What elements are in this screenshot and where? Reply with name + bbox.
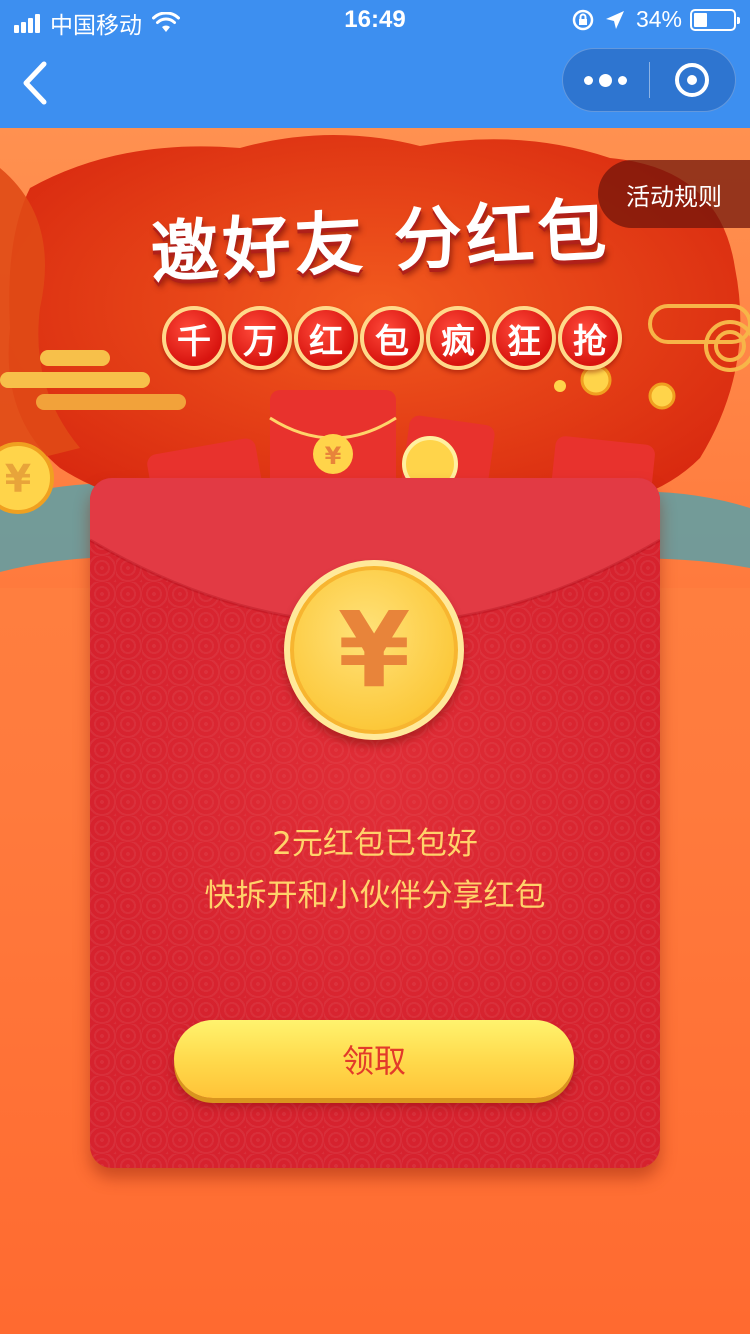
claim-button[interactable]: 领取 xyxy=(174,1020,574,1098)
yuan-symbol: ¥ xyxy=(337,589,411,711)
more-button[interactable] xyxy=(563,48,649,112)
red-envelope-card: ¥ 2元红包已包好 快拆开和小伙伴分享红包 领取 xyxy=(90,478,660,1168)
orientation-lock-icon xyxy=(572,9,594,30)
location-arrow-icon xyxy=(605,10,624,29)
subtitle-char: 狂 xyxy=(492,306,556,370)
chevron-left-icon xyxy=(23,61,47,105)
battery-icon xyxy=(690,8,740,31)
subtitle-char: 万 xyxy=(228,306,292,370)
svg-text:¥: ¥ xyxy=(5,457,31,501)
more-dots-icon xyxy=(581,73,630,87)
status-right: 34% xyxy=(572,6,740,33)
status-bar: 中国移动 16:49 34% xyxy=(0,0,750,40)
close-button[interactable] xyxy=(650,48,736,112)
subtitle-char: 疯 xyxy=(426,306,490,370)
battery-percent: 34% xyxy=(635,6,682,32)
envelope-message-line1: 2元红包已包好 xyxy=(272,826,478,862)
yuan-coin-icon: ¥ xyxy=(284,560,464,740)
target-circle-icon xyxy=(675,63,710,97)
envelope-message-line2: 快拆开和小伙伴分享红包 xyxy=(204,878,546,914)
nav-bar xyxy=(0,40,750,128)
subtitle-char: 千 xyxy=(162,306,226,370)
svg-text:¥: ¥ xyxy=(325,442,342,470)
activity-rules-button[interactable]: 活动规则 xyxy=(598,160,750,228)
banner-subtitle: 千 万 红 包 疯 狂 抢 xyxy=(162,306,624,370)
subtitle-char: 红 xyxy=(294,306,358,370)
mini-program-capsule xyxy=(562,48,736,112)
subtitle-char: 抢 xyxy=(558,306,622,370)
back-button[interactable] xyxy=(14,58,58,108)
subtitle-char: 包 xyxy=(360,306,424,370)
